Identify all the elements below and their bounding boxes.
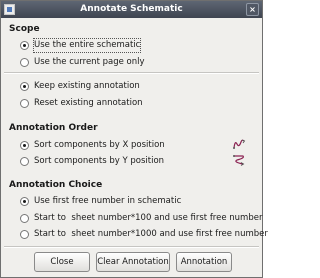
radio-indicator (20, 230, 29, 239)
radio-label: Reset existing annotation (34, 98, 143, 108)
radio-label: Use the entire schematic (32, 38, 142, 53)
clear-annotation-button[interactable]: Clear Annotation (96, 252, 170, 272)
window-title: Annotate Schematic (80, 4, 183, 14)
radio-indicator (20, 214, 29, 223)
radio-indicator (20, 197, 29, 206)
annotate-dialog: Annotate Schematic × Scope Use the entir… (0, 0, 268, 278)
radio-indicator (20, 157, 29, 166)
radio-indicator (20, 82, 29, 91)
sort-x-icon (233, 139, 246, 149)
radio-label: Start to sheet number*1000 and use first… (34, 229, 268, 239)
radio-label: Start to sheet number*100 and use first … (34, 213, 263, 223)
title-bar[interactable]: Annotate Schematic × (1, 1, 262, 18)
annotate-button[interactable]: Annotation (176, 252, 232, 272)
close-button[interactable]: Close (34, 252, 90, 272)
app-icon (4, 4, 15, 15)
sort-y-icon (233, 155, 245, 166)
choice-heading: Annotation Choice (9, 180, 103, 190)
separator (4, 72, 259, 74)
radio-label: Sort components by Y position (34, 156, 165, 166)
order-heading: Annotation Order (9, 123, 98, 133)
radio-label: Sort components by X position (34, 140, 165, 150)
radio-indicator (20, 141, 29, 150)
radio-indicator (20, 41, 29, 50)
separator (4, 246, 259, 248)
radio-label: Use first free number in schematic (34, 196, 182, 206)
radio-label: Keep existing annotation (34, 81, 140, 91)
close-window-button[interactable]: × (246, 3, 259, 16)
radio-indicator (20, 99, 29, 108)
radio-label: Use the current page only (34, 57, 145, 67)
radio-indicator (20, 58, 29, 67)
scope-heading: Scope (9, 24, 40, 34)
